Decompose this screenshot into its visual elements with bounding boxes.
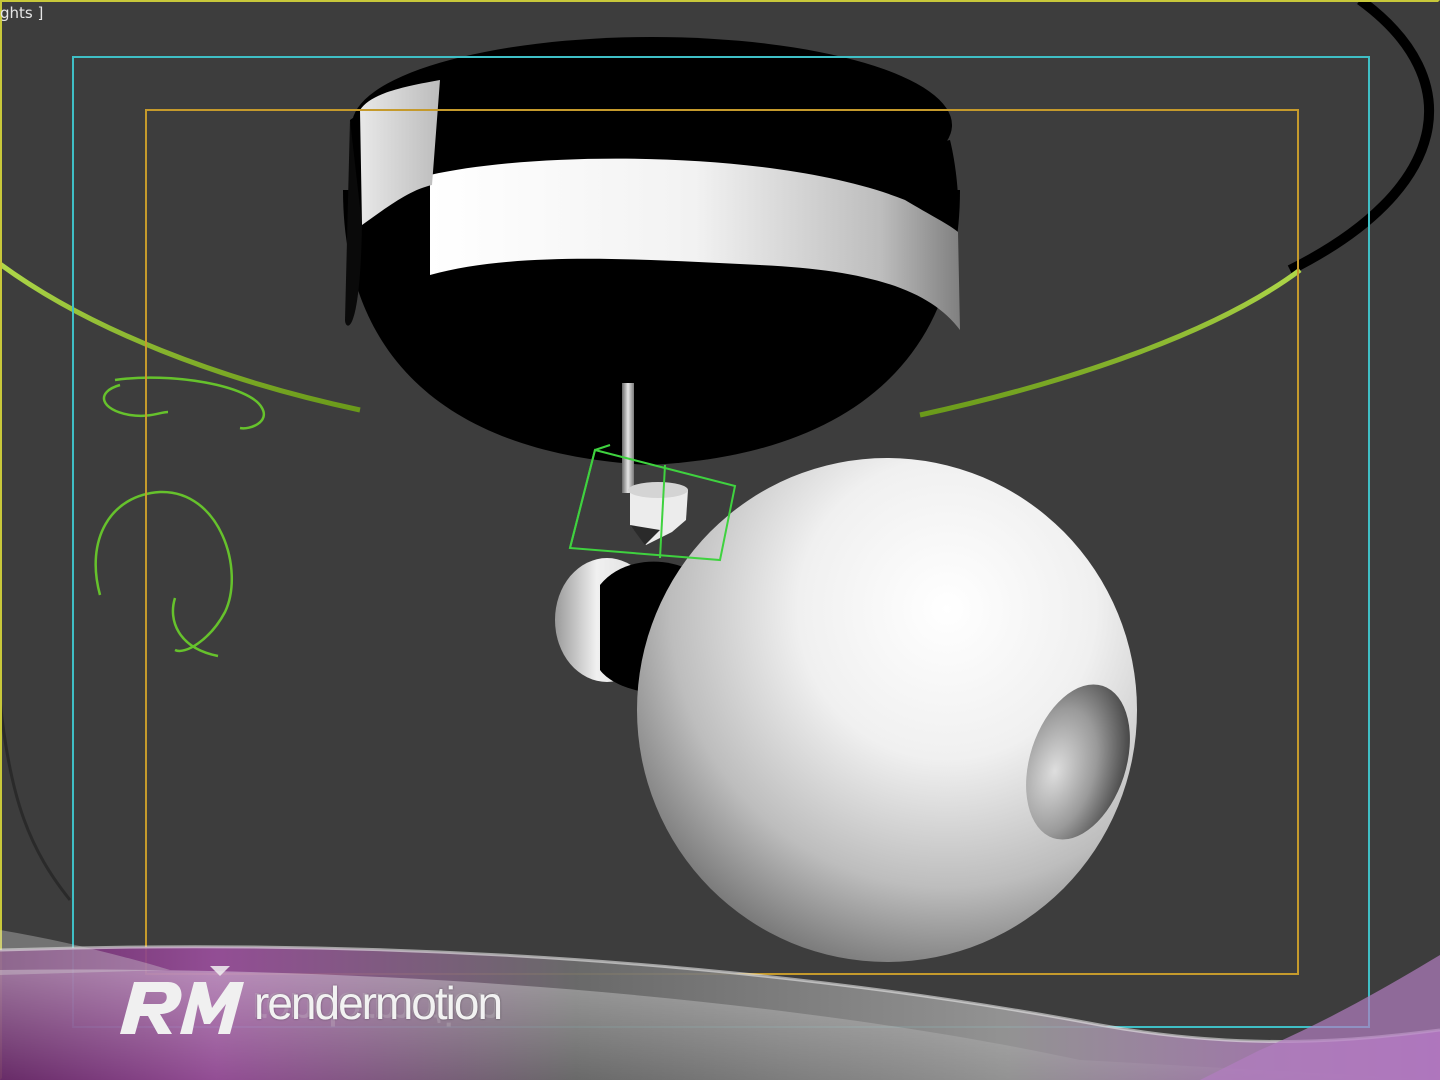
brand-watermark: rendermotion: [110, 962, 503, 1042]
background-arc-left: [0, 699, 72, 901]
brand-name: rendermotion: [254, 977, 503, 1029]
ceiling-canopy: [343, 37, 960, 465]
rotation-helper-top[interactable]: [102, 376, 266, 430]
light-path-curve-right: [919, 267, 1302, 418]
rm-logo-icon: [120, 966, 244, 1034]
light-path-curve: [0, 261, 361, 413]
lamp-joint-cap: [628, 482, 688, 498]
background-arc: [1287, 0, 1435, 275]
scene-render: [0, 0, 1435, 962]
viewport-label[interactable]: ghts ]: [0, 4, 43, 22]
lamp-joint: [630, 490, 688, 545]
lamp-stem: [622, 383, 634, 493]
rotation-helper-bottom[interactable]: [94, 490, 234, 658]
viewport-perspective[interactable]: ghts ] rendermotion rendermotion: [0, 0, 1440, 1080]
lamp-globe: [637, 458, 1137, 962]
